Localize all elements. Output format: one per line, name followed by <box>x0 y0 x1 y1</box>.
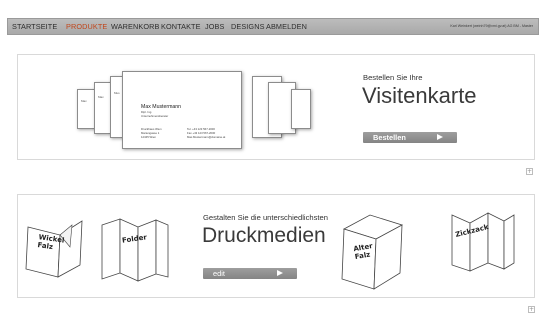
card-back-name: Max <box>81 99 87 103</box>
edit-button[interactable]: edit <box>203 268 297 279</box>
nav-item-abmelden[interactable]: ABMELDEN <box>266 22 307 31</box>
nav-item-jobs[interactable]: JOBS <box>205 22 224 31</box>
druckmedien-panel[interactable]: Wickel Falz Folder Gestalten Sie die unt… <box>17 194 535 298</box>
business-card-front: Max Mustermann Dipl. Ing. Unternehmensbe… <box>122 71 242 149</box>
play-arrow-icon <box>437 134 443 140</box>
zickzack-illustration <box>451 212 515 272</box>
card-back-name: Mus <box>114 91 120 95</box>
card-email: Max.Mustermann@domaine.at <box>187 135 226 139</box>
nav-item-startseite[interactable]: STARTSEITE <box>12 22 57 31</box>
nav-item-warenkorb[interactable]: WARENKORB <box>111 22 159 31</box>
nav-item-produkte[interactable]: PRODUKTE <box>66 22 107 31</box>
edit-button-label: edit <box>213 269 225 278</box>
druckmedien-title: Druckmedien <box>202 224 326 247</box>
nav-item-designs[interactable]: DESIGNS <box>231 22 265 31</box>
card-back-far-right <box>291 89 311 129</box>
nav-item-kontakte[interactable]: KONTAKTE <box>161 22 201 31</box>
visitenkarte-intro: Bestellen Sie Ihre <box>363 73 423 82</box>
bestellen-button[interactable]: Bestellen <box>363 132 457 143</box>
card-address-line3: 12345 Wien <box>141 135 156 139</box>
expand-icon[interactable]: + <box>528 306 535 313</box>
user-info: Karl Weinkert (weinh79@vmi.gv.at) AG BM … <box>450 24 533 28</box>
expand-icon[interactable]: + <box>526 168 533 175</box>
play-arrow-icon <box>277 270 283 276</box>
druckmedien-intro: Gestalten Sie die unterschiedlichsten <box>203 213 328 222</box>
folder-illustration <box>101 218 169 282</box>
visitenkarte-panel[interactable]: Max Max Mus Max Mustermann Dipl. Ing. Un… <box>17 54 535 160</box>
main-nav: STARTSEITE PRODUKTE WARENKORB KONTAKTE J… <box>7 18 539 35</box>
card-role: Unternehmensberater <box>141 114 169 118</box>
bestellen-button-label: Bestellen <box>373 133 406 142</box>
visitenkarte-title: Visitenkarte <box>362 83 477 108</box>
card-back-name: Max <box>98 95 104 99</box>
